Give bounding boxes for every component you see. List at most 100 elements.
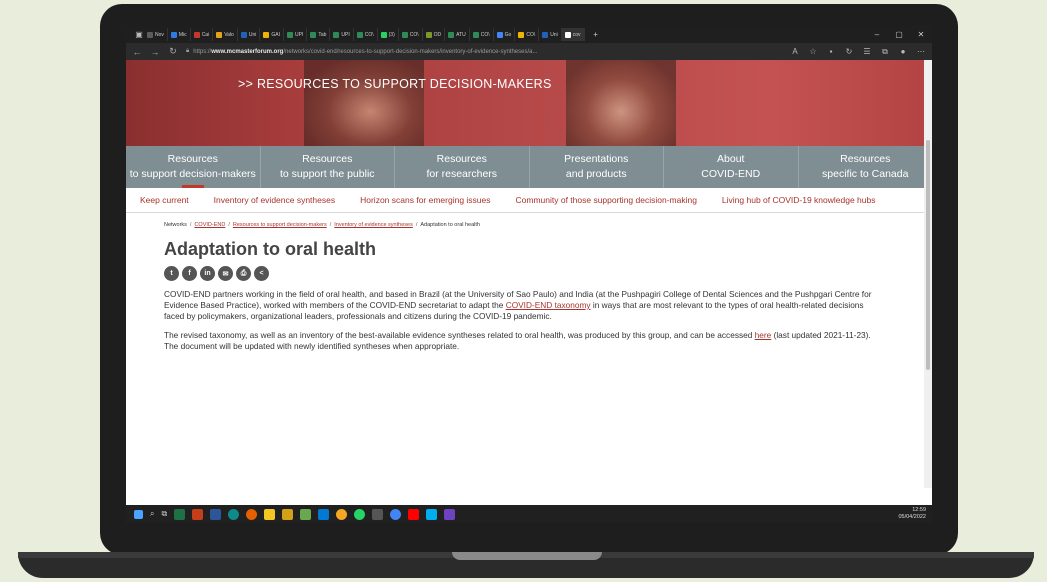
main-nav-line1: Resources <box>840 153 891 165</box>
main-nav-item[interactable]: Resources specific to Canada <box>799 146 933 188</box>
app-icon-3[interactable] <box>444 508 456 520</box>
browser-tab[interactable]: UPI <box>330 28 354 41</box>
skype-icon[interactable] <box>426 508 438 520</box>
browser-tab[interactable]: Cai <box>191 28 214 41</box>
sub-nav-link[interactable]: Keep current <box>140 195 189 205</box>
folder-icon[interactable] <box>282 508 294 520</box>
app-icon-2[interactable] <box>372 508 384 520</box>
web-page: >> RESOURCES TO SUPPORT DECISION-MAKERS … <box>126 60 932 488</box>
tab-favicon-icon <box>310 31 317 38</box>
edge-icon[interactable] <box>228 508 240 520</box>
browser-tab[interactable]: CO\ <box>470 28 494 41</box>
url-domain: www.mcmasterforum.org <box>211 48 284 55</box>
read-aloud-icon[interactable]: A <box>790 47 800 56</box>
main-nav-item[interactable]: Resources to support decision-makers <box>126 146 261 188</box>
minimize-button[interactable]: – <box>866 30 888 39</box>
facebook-icon[interactable]: f <box>182 266 197 281</box>
profile-avatar-icon[interactable]: ● <box>898 47 908 56</box>
browser-tab[interactable]: CO\ <box>515 28 540 41</box>
browser-tab[interactable]: ATU <box>445 28 470 41</box>
browser-tab[interactable]: CO\ <box>399 28 423 41</box>
browser-tab[interactable]: Valo <box>213 28 238 41</box>
mail-icon[interactable] <box>318 508 330 520</box>
breadcrumb-covid-end[interactable]: COVID-END <box>194 222 225 228</box>
chrome-canary-icon[interactable] <box>336 508 348 520</box>
word-icon[interactable] <box>210 508 222 520</box>
tab-label: Uni <box>248 31 257 38</box>
browser-tab[interactable]: GAI <box>260 28 284 41</box>
main-nav-item[interactable]: About COVID-END <box>664 146 799 188</box>
whatsapp-icon[interactable] <box>354 508 366 520</box>
main-nav-item[interactable]: Presentations and products <box>530 146 664 188</box>
close-window-button[interactable]: ✕ <box>910 30 932 39</box>
tab-favicon-icon <box>496 31 503 38</box>
file-explorer-icon[interactable] <box>264 508 276 520</box>
tab-favicon-icon <box>542 31 549 38</box>
browser-tab[interactable]: Nov <box>144 28 168 41</box>
more-menu-icon[interactable]: ⋯ <box>916 47 926 56</box>
collections-icon[interactable]: ⧉ <box>880 47 890 57</box>
sub-navigation: Keep current Inventory of evidence synthe… <box>126 188 932 213</box>
refresh-extension-icon[interactable]: ↻ <box>844 47 854 56</box>
hero-photo-person-left <box>304 60 424 146</box>
start-windows-icon[interactable] <box>134 509 143 519</box>
twitter-icon[interactable]: t <box>164 266 179 281</box>
print-icon[interactable]: ⎙ <box>236 266 251 281</box>
search-icon[interactable]: ⌕ <box>150 509 154 519</box>
system-clock[interactable]: 12:59 05/04/2022 <box>898 507 926 521</box>
browser-tab[interactable]: Go <box>494 28 516 41</box>
excel-icon[interactable] <box>174 508 186 520</box>
browser-tab[interactable]: Uni <box>539 28 562 41</box>
breadcrumb-networks[interactable]: Networks <box>164 222 187 228</box>
browser-tab[interactable]: Mic <box>168 28 191 41</box>
back-arrow-icon[interactable]: ← <box>132 47 142 57</box>
screen: ▣ Nov Mic Cai Valo Uni GAI UPI Tab UPI CO\ (3) CO\ O… <box>126 26 932 523</box>
favorite-icon[interactable]: ☆ <box>808 47 818 56</box>
page-scrollbar[interactable] <box>924 60 932 488</box>
sub-nav-link[interactable]: Living hub of COVID-19 knowledge hubs <box>722 195 876 205</box>
browser-tab[interactable]: Tab <box>307 28 331 41</box>
browser-tab[interactable]: OD <box>423 28 446 41</box>
main-nav-line1: Presentations <box>564 153 629 165</box>
browser-tab[interactable]: Uni <box>238 28 261 41</box>
app-icon[interactable] <box>300 508 312 520</box>
covid-end-taxonomy-link[interactable]: COVID-END taxonomy <box>506 300 591 310</box>
email-icon[interactable]: ✉ <box>218 266 233 281</box>
breadcrumb-resources[interactable]: Resources to support decision-makers <box>233 222 327 228</box>
favorites-list-icon[interactable]: ☰ <box>862 47 872 56</box>
browser-tab[interactable]: UPI <box>284 28 308 41</box>
tab-label: ATU <box>456 31 466 38</box>
powerpoint-icon[interactable] <box>192 508 204 520</box>
reload-icon[interactable]: ↻ <box>168 46 178 57</box>
scrollbar-thumb[interactable] <box>926 140 930 370</box>
youtube-icon[interactable] <box>408 508 420 520</box>
linkedin-icon[interactable]: in <box>200 266 215 281</box>
chrome-icon[interactable] <box>390 508 402 520</box>
main-nav-line2: for researchers <box>426 168 498 180</box>
sub-nav-link[interactable]: Inventory of evidence syntheses <box>214 195 335 205</box>
here-link[interactable]: here <box>755 330 772 340</box>
browser-tab[interactable]: (3) <box>378 28 399 41</box>
url-field[interactable]: 🔒︎ https://www.mcmasterforum.org/network… <box>186 46 782 57</box>
forward-arrow-icon[interactable]: → <box>150 47 160 57</box>
breadcrumb-current: Adaptation to oral health <box>420 222 480 228</box>
tab-favicon-icon <box>170 31 177 38</box>
page-title: Adaptation to oral health <box>164 239 377 259</box>
task-view-icon[interactable]: ⧉ <box>161 509 167 519</box>
tab-favicon-icon <box>263 31 270 38</box>
sub-nav-link[interactable]: Community of those supporting decision-m… <box>516 195 697 205</box>
browser-tab[interactable]: cov <box>561 28 585 41</box>
browser-tab[interactable]: CO\ <box>354 28 378 41</box>
sub-nav-link[interactable]: Horizon scans for emerging issues <box>360 195 490 205</box>
new-tab-button[interactable]: + <box>585 30 607 39</box>
extension-icon[interactable]: ▪ <box>826 47 836 56</box>
main-nav-item[interactable]: Resources for researchers <box>395 146 530 188</box>
window-menu-icon[interactable]: ▣ <box>134 30 144 39</box>
maximize-button[interactable]: ▢ <box>888 30 910 39</box>
tab-favicon-icon <box>401 31 408 38</box>
breadcrumb-inventory[interactable]: Inventory of evidence syntheses <box>334 222 413 228</box>
share-icon[interactable]: < <box>254 266 269 281</box>
tab-favicon-icon <box>216 31 223 38</box>
main-nav-item[interactable]: Resources to support the public <box>261 146 395 188</box>
firefox-icon[interactable] <box>246 508 258 520</box>
